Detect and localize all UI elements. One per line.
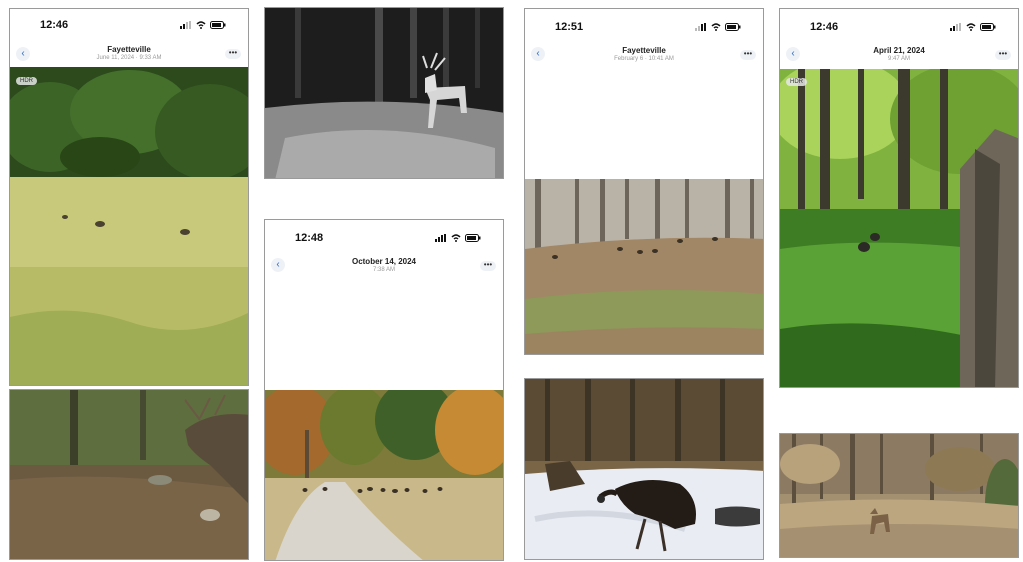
green-woods-turkeys-photo: [780, 69, 1018, 387]
hdr-badge: HDR: [16, 77, 37, 85]
location-title: Fayetteville: [622, 46, 666, 55]
status-icons: [950, 23, 996, 31]
time-subtitle: 7:38 AM: [372, 267, 395, 273]
status-time: 12:48: [295, 232, 324, 244]
date-title: April 21, 2024: [873, 46, 925, 55]
more-button[interactable]: •••: [740, 50, 756, 60]
date-title: October 14, 2024: [351, 257, 417, 266]
status-time: 12:46: [810, 21, 839, 33]
woods-turkeys-photo: [525, 179, 763, 354]
status-icons: [695, 23, 741, 31]
location-title: Fayetteville: [107, 45, 151, 54]
wifi-icon: [711, 23, 721, 31]
photo-card-green-woods: 12:46 ‹ April 21, 2024 9:47 AM ••• HDR: [779, 8, 1019, 388]
more-button[interactable]: •••: [480, 261, 496, 271]
hdr-badge: HDR: [786, 78, 807, 86]
phone-header: 12:46 ‹ Fayetteville June 11, 2024 · 9:3…: [10, 9, 248, 67]
date-subtitle: June 11, 2024 · 9:33 AM: [96, 55, 162, 61]
night-buck-photo: [265, 8, 503, 178]
status-icons: [180, 21, 226, 29]
battery-icon: [725, 23, 741, 31]
ellipsis-icon: •••: [228, 48, 238, 57]
photo-card-buck-closeup: [9, 389, 249, 560]
ellipsis-icon: •••: [743, 49, 753, 58]
photo-card-meadow: 12:46 ‹ Fayetteville June 11, 2024 · 9:3…: [9, 8, 249, 386]
status-time: 12:51: [555, 21, 584, 33]
phone-header: 12:48 ‹ October 14, 2024 7:38 AM •••: [265, 220, 503, 390]
battery-icon: [210, 21, 226, 29]
battery-icon: [980, 23, 996, 31]
more-button[interactable]: •••: [225, 49, 241, 59]
deer-field-photo: [780, 434, 1018, 557]
phone-header: 12:51 ‹ Fayetteville February 6 · 10:41 …: [525, 9, 763, 179]
date-subtitle: February 6 · 10:41 AM: [614, 56, 674, 62]
photo-card-night-buck: [264, 7, 504, 179]
signal-icon: [695, 23, 706, 31]
wifi-icon: [196, 21, 206, 29]
status-icons: [435, 234, 481, 242]
time-subtitle: 9:47 AM: [887, 56, 910, 62]
signal-icon: [950, 23, 961, 31]
photo-card-snow-turkey: [524, 378, 764, 560]
snow-turkey-photo: [525, 379, 763, 559]
battery-icon: [465, 234, 481, 242]
photo-card-road-field: 12:48 ‹ October 14, 2024 7:38 AM •••: [264, 219, 504, 561]
wifi-icon: [966, 23, 976, 31]
phone-header: 12:46 ‹ April 21, 2024 9:47 AM •••: [780, 9, 1018, 69]
road-field-turkeys-photo: [265, 390, 503, 560]
ellipsis-icon: •••: [998, 49, 1008, 58]
status-time: 12:46: [40, 19, 69, 31]
signal-icon: [180, 21, 191, 29]
photo-card-deer-field: [779, 433, 1019, 558]
more-button[interactable]: •••: [995, 50, 1011, 60]
buck-closeup-photo: [10, 390, 248, 559]
photo-card-woods-flock: 12:51 ‹ Fayetteville February 6 · 10:41 …: [524, 8, 764, 355]
meadow-turkeys-photo: [10, 67, 248, 385]
signal-icon: [435, 234, 446, 242]
ellipsis-icon: •••: [483, 260, 493, 269]
wifi-icon: [451, 234, 461, 242]
